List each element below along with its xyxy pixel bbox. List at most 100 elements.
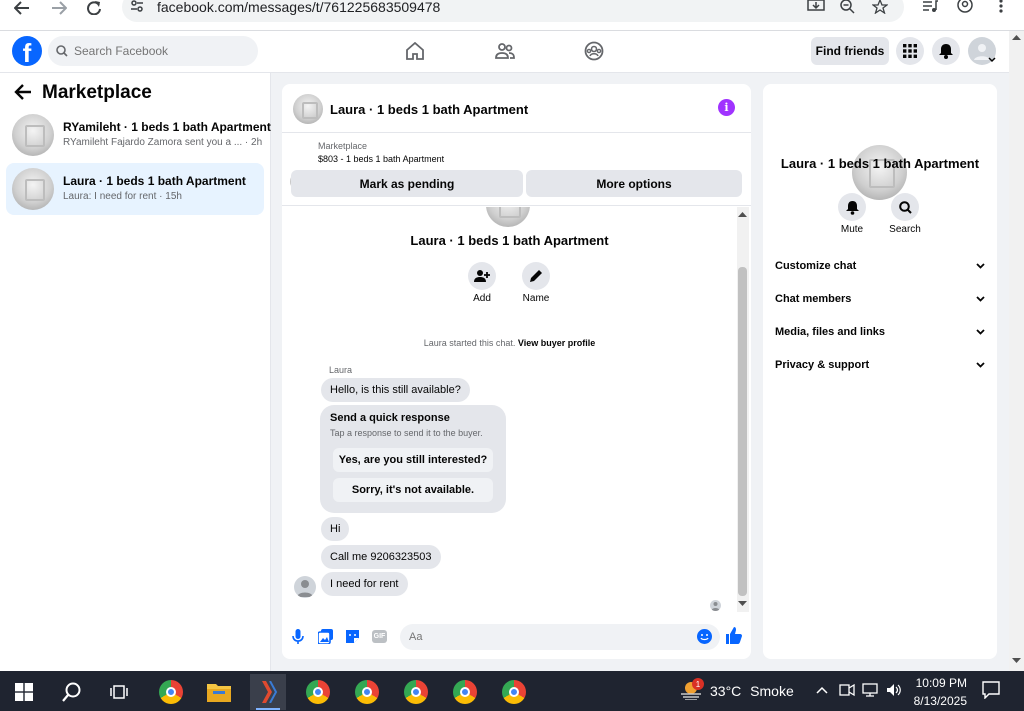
- conversation-avatar[interactable]: [852, 145, 907, 200]
- search-input[interactable]: [74, 44, 244, 58]
- view-buyer-profile-link[interactable]: View buyer profile: [518, 338, 595, 348]
- microphone-icon[interactable]: [292, 629, 304, 645]
- conversation-snippet: Laura: I need for rent · 15h: [63, 191, 182, 202]
- groups-icon[interactable]: [582, 40, 606, 62]
- chat-header-title[interactable]: Laura · 1 beds 1 bath Apartment: [330, 102, 528, 117]
- name-label: Name: [522, 293, 550, 304]
- scroll-down-arrow-icon[interactable]: [738, 601, 747, 607]
- message-input[interactable]: [409, 631, 689, 643]
- listing-thumbnail: [12, 114, 54, 156]
- windows-start-icon[interactable]: [6, 674, 42, 710]
- chat-started-text: Laura started this chat.: [423, 338, 516, 348]
- notifications-bell-icon[interactable]: [932, 37, 960, 65]
- chevron-down-icon: [976, 296, 985, 302]
- chevron-down-icon: [976, 362, 985, 368]
- scroll-up-arrow-icon[interactable]: [1012, 34, 1021, 40]
- file-explorer-icon[interactable]: [201, 674, 237, 710]
- profile-icon[interactable]: [957, 0, 973, 14]
- home-icon[interactable]: [403, 40, 427, 62]
- emoji-icon[interactable]: [697, 629, 712, 644]
- add-person-icon[interactable]: [468, 262, 496, 290]
- system-clock[interactable]: 10:09 PM 8/13/2025: [912, 674, 967, 710]
- conversation-info-icon[interactable]: i: [718, 99, 735, 116]
- message-scrollbar-thumb[interactable]: [738, 267, 747, 596]
- taskbar-search-icon[interactable]: [54, 674, 90, 710]
- notification-center-icon[interactable]: [982, 681, 1000, 699]
- message-bubble[interactable]: Hi: [321, 517, 350, 541]
- quick-reply-button[interactable]: Yes, are you still interested?: [333, 448, 493, 472]
- url-text[interactable]: facebook.com/messages/t/761225683509478: [157, 0, 440, 14]
- zoom-icon[interactable]: [840, 0, 856, 14]
- chrome-app-icon[interactable]: [447, 674, 483, 710]
- bookmark-star-icon[interactable]: [872, 0, 888, 14]
- tray-chevron-up-icon[interactable]: [816, 686, 828, 694]
- chrome-app-icon[interactable]: [153, 674, 189, 710]
- message-composer[interactable]: [400, 624, 720, 650]
- divider: [282, 205, 751, 206]
- task-view-icon[interactable]: [101, 674, 137, 710]
- sticker-icon[interactable]: [345, 629, 360, 644]
- privacy-support-row[interactable]: Privacy & support: [775, 355, 985, 375]
- listing-price[interactable]: $803 - 1 beds 1 bath Apartment: [318, 154, 444, 164]
- search-icon[interactable]: [891, 193, 919, 221]
- facebook-logo-icon[interactable]: f: [12, 36, 42, 66]
- chrome-app-icon[interactable]: [398, 674, 434, 710]
- message-bubble[interactable]: Call me 9206323503: [321, 545, 441, 569]
- meet-now-icon[interactable]: [839, 683, 855, 697]
- volume-icon[interactable]: [886, 683, 902, 697]
- search-icon: [56, 45, 68, 57]
- weather-text[interactable]: 33°C Smoke: [710, 683, 794, 699]
- message-bubble[interactable]: I need for rent: [321, 572, 408, 596]
- customize-chat-row[interactable]: Customize chat: [775, 256, 985, 276]
- chat-started-notice: Laura started this chat. View buyer prof…: [282, 338, 737, 348]
- browser-menu-icon[interactable]: [998, 0, 1004, 14]
- site-info-icon[interactable]: [130, 0, 144, 12]
- chrome-app-icon[interactable]: [300, 674, 336, 710]
- message-bubble[interactable]: Hello, is this still available?: [321, 378, 470, 402]
- conversation-snippet: RYamileht Fajardo Zamora sent you a ... …: [63, 137, 263, 148]
- divider: [282, 132, 751, 133]
- friends-icon[interactable]: [493, 40, 517, 62]
- more-options-button[interactable]: More options: [526, 170, 742, 197]
- account-chevron-down-icon[interactable]: [988, 57, 996, 63]
- quick-reply-button[interactable]: Sorry, it's not available.: [333, 478, 493, 502]
- sender-avatar[interactable]: [294, 576, 316, 598]
- weather-badge: 1: [692, 678, 704, 690]
- chat-members-row[interactable]: Chat members: [775, 289, 985, 309]
- weather-condition: Smoke: [750, 683, 794, 699]
- chevron-down-icon: [976, 329, 985, 335]
- mute-label: Mute: [840, 224, 864, 235]
- conversation-title: Laura · 1 beds 1 bath Apartment: [780, 156, 980, 171]
- back-arrow-icon[interactable]: [14, 84, 32, 100]
- conversation-item[interactable]: RYamileht · 1 beds 1 bath Apartment RYam…: [6, 110, 271, 162]
- read-receipt-avatar: [710, 600, 721, 611]
- menu-grid-icon[interactable]: [896, 37, 924, 65]
- media-control-icon[interactable]: [922, 0, 938, 14]
- thumbs-up-icon[interactable]: [726, 627, 742, 644]
- network-icon[interactable]: [862, 683, 880, 697]
- clock-time: 10:09 PM: [915, 676, 967, 690]
- chrome-app-icon[interactable]: [496, 674, 532, 710]
- chrome-app-icon[interactable]: [349, 674, 385, 710]
- bell-icon[interactable]: [838, 193, 866, 221]
- install-app-icon[interactable]: [807, 0, 825, 14]
- conversation-item-active[interactable]: Laura · 1 beds 1 bath Apartment Laura: I…: [6, 163, 264, 215]
- gif-icon[interactable]: GIF: [372, 630, 387, 643]
- back-icon[interactable]: [8, 0, 36, 16]
- chat-intro-title: Laura · 1 beds 1 bath Apartment: [410, 233, 609, 248]
- mark-as-pending-button[interactable]: Mark as pending: [291, 170, 523, 197]
- chat-header-avatar[interactable]: [293, 94, 323, 124]
- page-scrollbar[interactable]: [1009, 31, 1024, 671]
- scroll-down-arrow-icon[interactable]: [1012, 658, 1021, 664]
- facebook-search[interactable]: [48, 36, 258, 66]
- forward-icon[interactable]: [45, 0, 73, 16]
- chevron-down-icon: [976, 263, 985, 269]
- scroll-up-arrow-icon[interactable]: [738, 211, 747, 217]
- page-title: Marketplace: [42, 82, 152, 103]
- active-app-icon[interactable]: [250, 674, 286, 710]
- find-friends-button[interactable]: Find friends: [811, 37, 889, 65]
- media-files-links-row[interactable]: Media, files and links: [775, 322, 985, 342]
- reload-icon[interactable]: [80, 0, 108, 16]
- photo-icon[interactable]: [318, 629, 333, 644]
- pencil-icon[interactable]: [522, 262, 550, 290]
